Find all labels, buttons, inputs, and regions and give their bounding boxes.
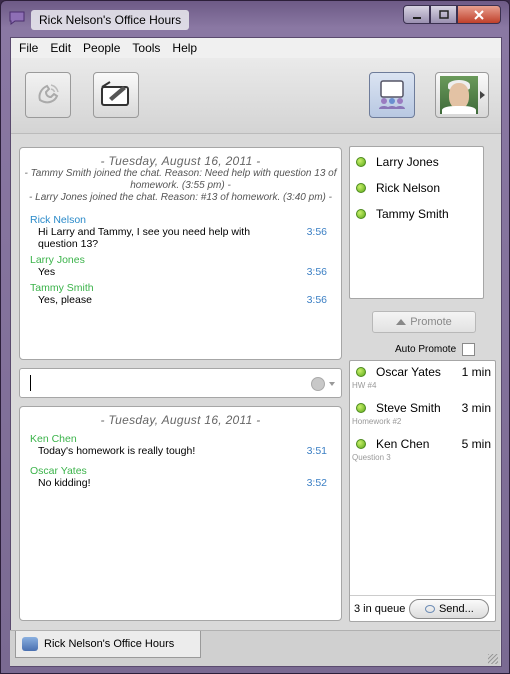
tab-label: Rick Nelson's Office Hours — [44, 638, 175, 650]
message-time: 3:52 — [306, 477, 327, 489]
queue-wait-time: 5 min — [461, 437, 491, 451]
menu-file[interactable]: File — [13, 38, 44, 58]
chat-message: Ken Chen Today's homework is really toug… — [20, 433, 341, 457]
app-icon — [9, 11, 25, 25]
chat-message: Rick Nelson Hi Larry and Tammy, I see yo… — [20, 214, 341, 250]
chat-message: Larry Jones Yes 3:56 — [20, 254, 341, 278]
participant-item[interactable]: Larry Jones — [350, 149, 483, 175]
status-online-icon — [356, 367, 366, 377]
message-sender: Larry Jones — [30, 254, 85, 266]
message-time: 3:56 — [306, 226, 327, 238]
chevron-right-icon — [480, 91, 485, 99]
roster-button[interactable] — [369, 72, 415, 118]
queue-list: Oscar Yates 1 min HW #4 Steve Smith 3 mi… — [349, 360, 496, 622]
maximize-icon — [438, 9, 449, 19]
message-text: Hi Larry and Tammy, I see you need help … — [38, 226, 251, 250]
close-button[interactable] — [457, 5, 501, 24]
chat-message: Oscar Yates No kidding! 3:52 — [20, 465, 341, 489]
menu-bar: File Edit People Tools Help — [11, 38, 501, 58]
toolbar — [11, 58, 501, 134]
send-label: Send... — [438, 602, 474, 615]
date-header: - Tuesday, August 16, 2011 - — [100, 413, 261, 427]
resize-grip-icon[interactable] — [488, 654, 498, 664]
emoticon-icon[interactable] — [311, 377, 325, 391]
date-header: - Tuesday, August 16, 2011 - — [100, 154, 261, 168]
status-online-icon — [356, 157, 366, 167]
participant-name: Larry Jones — [376, 155, 439, 169]
menu-help[interactable]: Help — [166, 38, 203, 58]
minimize-button[interactable] — [403, 5, 430, 24]
chat-transcript[interactable]: - Tuesday, August 16, 2011 - - Tammy Smi… — [19, 147, 342, 360]
menu-edit[interactable]: Edit — [44, 38, 77, 58]
office-hours-icon — [22, 637, 38, 651]
side-chat-transcript[interactable]: - Tuesday, August 16, 2011 - Ken Chen To… — [19, 406, 342, 621]
avatar-button[interactable] — [435, 72, 489, 118]
participant-item[interactable]: Rick Nelson — [350, 175, 483, 201]
auto-promote-checkbox[interactable] — [462, 343, 476, 356]
arrow-up-icon — [396, 319, 407, 325]
send-button[interactable]: Send... — [409, 598, 490, 619]
phone-icon — [38, 84, 59, 104]
participants-list: Larry Jones Rick Nelson Tammy Smith — [349, 146, 484, 299]
message-text: Today's homework is really tough! — [38, 445, 196, 457]
queue-note: Question 3 — [352, 453, 391, 462]
participant-name: Rick Nelson — [376, 181, 441, 195]
auto-promote: Auto Promote — [395, 343, 476, 356]
promote-label: Promote — [410, 316, 452, 328]
phone-button[interactable] — [25, 72, 71, 118]
whiteboard-icon — [101, 81, 129, 106]
tab-strip: Rick Nelson's Office Hours — [10, 630, 500, 666]
roster-icon — [379, 80, 405, 109]
status-online-icon — [356, 439, 366, 449]
queue-name: Ken Chen — [376, 437, 430, 451]
message-sender: Rick Nelson — [30, 214, 87, 226]
message-time: 3:51 — [306, 445, 327, 457]
queue-item[interactable]: Oscar Yates 1 min HW #4 — [350, 363, 495, 399]
queue-name: Steve Smith — [376, 401, 441, 415]
window-title: Rick Nelson's Office Hours — [31, 10, 190, 30]
message-input[interactable] — [19, 368, 342, 398]
queue-wait-time: 1 min — [461, 365, 491, 379]
participant-item[interactable]: Tammy Smith — [350, 201, 483, 227]
whiteboard-button[interactable] — [93, 72, 139, 118]
message-time: 3:56 — [306, 294, 327, 306]
system-message: - Larry Jones joined the chat. Reason: #… — [29, 192, 332, 203]
queue-count: 3 in queue — [354, 602, 406, 615]
queue-name: Oscar Yates — [376, 365, 441, 379]
maximize-button[interactable] — [430, 5, 457, 24]
status-online-icon — [356, 183, 366, 193]
chat-message: Tammy Smith Yes, please 3:56 — [20, 282, 341, 306]
title-bar[interactable]: Rick Nelson's Office Hours — [1, 1, 509, 37]
message-text: No kidding! — [38, 477, 91, 489]
promote-button[interactable]: Promote — [372, 311, 476, 333]
close-icon — [474, 9, 484, 20]
system-message: - Tammy Smith joined the chat. Reason: N… — [24, 168, 337, 191]
text-caret — [30, 375, 31, 391]
message-sender: Ken Chen — [30, 433, 77, 445]
menu-tools[interactable]: Tools — [126, 38, 166, 58]
avatar — [440, 76, 478, 114]
queue-item[interactable]: Ken Chen 5 min Question 3 — [350, 435, 495, 471]
chevron-down-icon[interactable] — [329, 382, 335, 386]
message-time: 3:56 — [306, 266, 327, 278]
tab-office-hours[interactable]: Rick Nelson's Office Hours — [15, 631, 201, 658]
queue-note: Homework #2 — [352, 417, 402, 426]
chat-bubble-icon — [424, 604, 435, 613]
queue-item[interactable]: Steve Smith 3 min Homework #2 — [350, 399, 495, 435]
message-text: Yes, please — [38, 294, 92, 306]
message-sender: Tammy Smith — [30, 282, 94, 294]
menu-people[interactable]: People — [77, 38, 126, 58]
message-sender: Oscar Yates — [30, 465, 87, 477]
status-online-icon — [356, 209, 366, 219]
status-online-icon — [356, 403, 366, 413]
auto-promote-label: Auto Promote — [395, 344, 457, 355]
participant-name: Tammy Smith — [376, 207, 449, 221]
queue-note: HW #4 — [352, 381, 377, 390]
minimize-icon — [412, 16, 421, 19]
queue-footer: 3 in queue Send... — [350, 595, 495, 621]
queue-wait-time: 3 min — [461, 401, 491, 415]
message-text: Yes — [38, 266, 56, 278]
